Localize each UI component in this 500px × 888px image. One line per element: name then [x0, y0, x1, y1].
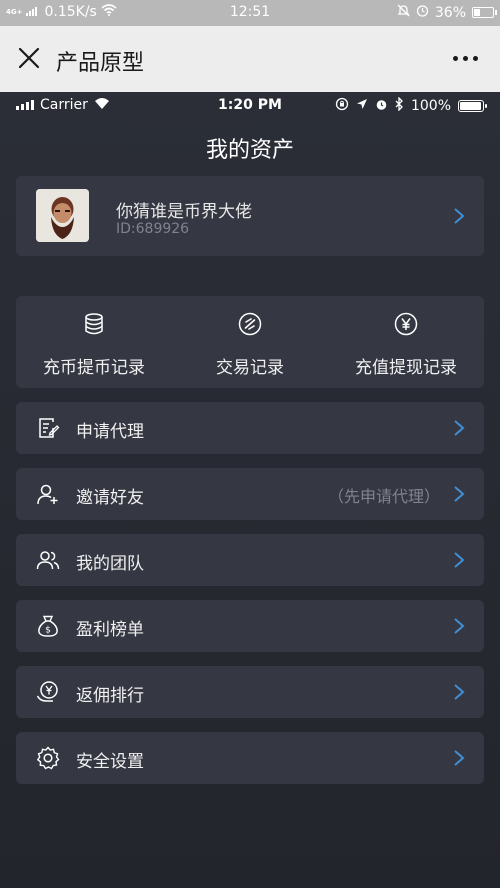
battery-icon [458, 100, 487, 112]
avatar [36, 189, 89, 242]
rotation-lock-icon [335, 97, 349, 115]
chevron-right-icon [454, 420, 465, 436]
menu-item-apply-agent[interactable]: 申请代理 [16, 402, 484, 454]
menu-item-profit-ranking[interactable]: $ 盈利榜单 [16, 600, 484, 652]
quick-action-coin-records[interactable]: 充币提币记录 [16, 296, 172, 388]
quick-action-label: 交易记录 [216, 358, 284, 378]
money-bag-icon: $ [38, 615, 58, 637]
quick-action-label: 充值提现记录 [355, 358, 457, 378]
profile-name: 你猜谁是币界大佬 [116, 202, 252, 222]
rebate-icon [36, 681, 58, 702]
location-icon [356, 98, 368, 114]
wechat-header: 产品原型 [0, 26, 500, 92]
profile-card[interactable]: 你猜谁是币界大佬 ID:689926 [16, 176, 484, 256]
coins-stack-icon [85, 313, 103, 335]
alarm-icon [416, 4, 429, 21]
gear-icon [36, 746, 60, 770]
quick-action-label: 充币提币记录 [43, 358, 145, 378]
app-screen: Carrier 1:20 PM 100% 我的资产 你猜谁是币界大佬 ID:68… [0, 92, 500, 888]
menu-item-rebate-ranking[interactable]: 返佣排行 [16, 666, 484, 718]
menu-item-label: 盈利榜单 [76, 620, 144, 640]
menu-item-label: 我的团队 [76, 554, 144, 574]
document-edit-icon [39, 418, 60, 438]
menu-item-label: 申请代理 [76, 422, 144, 442]
menu-item-invite-friends[interactable]: 邀请好友 （先申请代理） [16, 468, 484, 520]
close-icon[interactable] [14, 43, 44, 73]
chevron-right-icon [454, 208, 465, 224]
menu-item-my-team[interactable]: 我的团队 [16, 534, 484, 586]
chevron-right-icon [454, 552, 465, 568]
battery-fill [474, 9, 480, 16]
profile-id: ID:689926 [116, 221, 190, 237]
chevron-right-icon [454, 750, 465, 766]
alarm-icon [375, 98, 388, 115]
bluetooth-icon [395, 96, 404, 115]
chevron-right-icon [454, 684, 465, 700]
menu-item-label: 安全设置 [76, 752, 144, 772]
quick-action-deposit-records[interactable]: 充值提现记录 [328, 296, 484, 388]
quick-actions: 充币提币记录 交易记录 充值提现记录 [16, 296, 484, 388]
menu-item-label: 返佣排行 [76, 686, 144, 706]
battery-fill [460, 102, 481, 110]
battery-percent: 36% [434, 4, 466, 21]
menu-item-label: 邀请好友 [76, 488, 144, 508]
team-icon [36, 551, 60, 570]
exchange-icon [238, 312, 262, 336]
menu-item-security-settings[interactable]: 安全设置 [16, 732, 484, 784]
battery-icon [472, 7, 497, 18]
battery-percent: 100% [410, 98, 451, 114]
yuan-icon [394, 312, 418, 336]
app-status-bar: Carrier 1:20 PM 100% [0, 92, 500, 118]
user-add-icon [37, 484, 58, 505]
svg-text:$: $ [45, 626, 51, 636]
chevron-right-icon [454, 486, 465, 502]
menu-item-note: （先申请代理） [327, 487, 440, 506]
system-status-bar: 4G+ 0.15K/s 12:51 36% [0, 0, 500, 26]
mute-icon [397, 4, 410, 21]
more-menu-icon[interactable] [453, 56, 478, 61]
wechat-title: 产品原型 [56, 51, 145, 76]
page-title: 我的资产 [205, 138, 294, 163]
quick-action-trade-records[interactable]: 交易记录 [172, 296, 328, 388]
chevron-right-icon [454, 618, 465, 634]
